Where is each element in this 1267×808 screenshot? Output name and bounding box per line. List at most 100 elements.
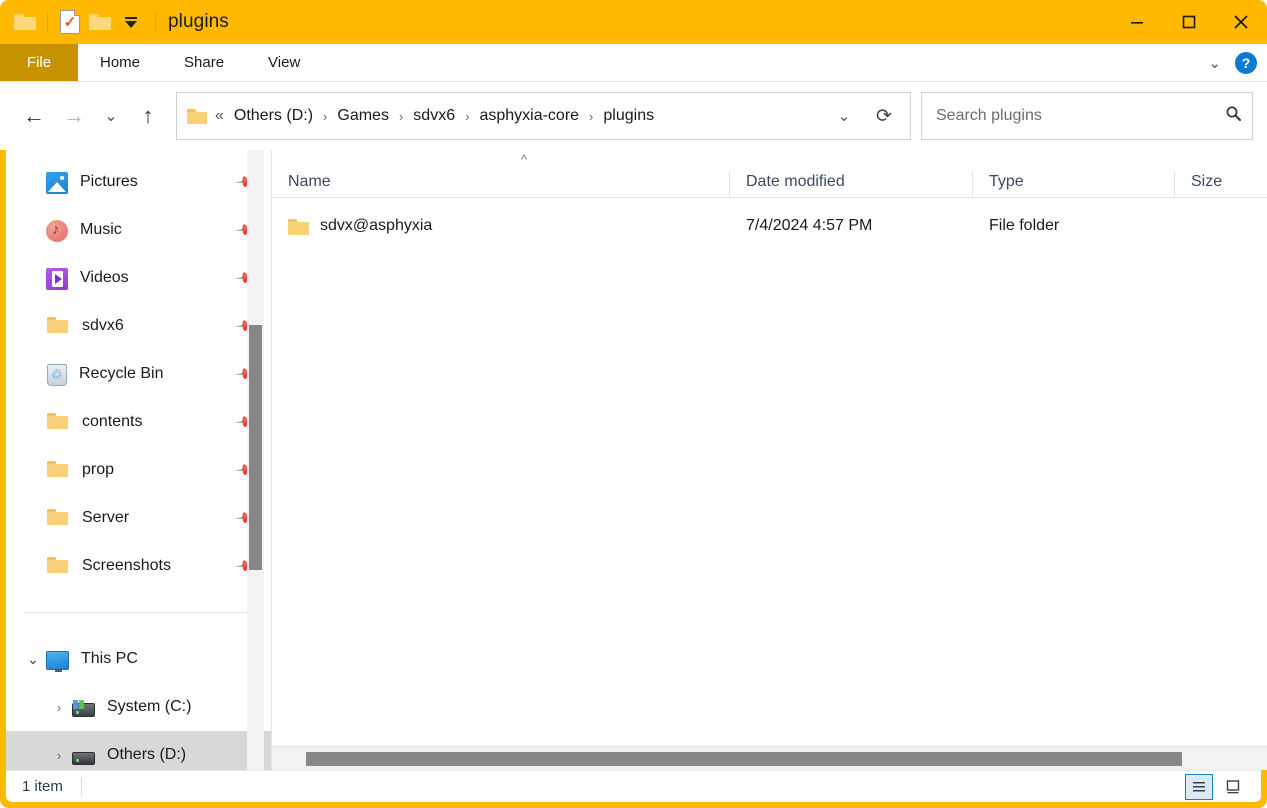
customize-dropdown-icon[interactable] bbox=[115, 7, 145, 37]
file-name-cell[interactable]: sdvx@asphyxia bbox=[272, 217, 730, 235]
sidebar-item-label: Music bbox=[80, 221, 122, 238]
drive-others-icon bbox=[72, 751, 95, 765]
recycle-bin-icon bbox=[47, 363, 67, 386]
properties-icon[interactable] bbox=[55, 7, 85, 37]
explorer-body: Pictures 📌 Music 📌 Videos 📌 sdvx6 📌 bbox=[6, 150, 1267, 770]
column-header-type[interactable]: Type bbox=[973, 171, 1175, 197]
sidebar-divider bbox=[24, 612, 252, 613]
breadcrumb-folder-icon bbox=[187, 108, 207, 124]
sidebar-item-videos[interactable]: Videos 📌 bbox=[6, 254, 272, 302]
tab-share[interactable]: Share bbox=[162, 44, 246, 81]
tab-file[interactable]: File bbox=[0, 44, 78, 81]
file-list-pane: ^ Name Date modified Type Size sdvx@asph… bbox=[272, 150, 1267, 770]
breadcrumb-separator-icon[interactable]: › bbox=[459, 109, 475, 124]
folder-icon bbox=[46, 314, 70, 338]
search-icon[interactable] bbox=[1219, 105, 1242, 127]
folder-icon[interactable] bbox=[10, 7, 40, 37]
title-bar: plugins bbox=[0, 0, 1267, 44]
sidebar-scrollbar[interactable] bbox=[247, 150, 264, 770]
toolbar-divider bbox=[47, 12, 48, 32]
sidebar-item-prop[interactable]: prop 📌 bbox=[6, 446, 272, 494]
navigation-pane: Pictures 📌 Music 📌 Videos 📌 sdvx6 📌 bbox=[6, 150, 272, 770]
breadcrumb-item-plugins[interactable]: plugins bbox=[599, 103, 658, 129]
breadcrumb-separator-icon[interactable]: › bbox=[393, 109, 409, 124]
pictures-icon bbox=[46, 171, 68, 194]
new-folder-icon[interactable] bbox=[85, 7, 115, 37]
folder-icon bbox=[46, 410, 70, 434]
folder-icon bbox=[288, 218, 310, 235]
breadcrumb-item-others-d[interactable]: Others (D:) bbox=[230, 103, 317, 129]
breadcrumb-dropdown-icon[interactable]: ⌄ bbox=[826, 107, 862, 125]
ribbon-right-controls: ⌄ ? bbox=[1208, 44, 1267, 81]
sidebar-item-label: Screenshots bbox=[82, 557, 171, 574]
sidebar-item-label: This PC bbox=[81, 650, 138, 667]
file-date-cell: 7/4/2024 4:57 PM bbox=[746, 217, 873, 234]
close-button[interactable] bbox=[1215, 0, 1267, 44]
sidebar-item-label: sdvx6 bbox=[82, 317, 124, 334]
tab-view[interactable]: View bbox=[246, 44, 322, 81]
forward-button[interactable]: → bbox=[54, 96, 94, 136]
search-input[interactable] bbox=[936, 107, 1219, 125]
breadcrumb-item-games[interactable]: Games bbox=[333, 103, 393, 129]
chevron-down-icon[interactable]: ⌄ bbox=[1208, 54, 1221, 72]
ribbon-tabs: File Home Share View ⌄ ? bbox=[0, 44, 1267, 82]
address-bar: ← → ⌄ ↑ « Others (D:) › Games › sdvx6 › … bbox=[0, 82, 1267, 150]
sidebar-item-others-d[interactable]: › Others (D:) bbox=[6, 731, 272, 770]
sidebar-item-contents[interactable]: contents 📌 bbox=[6, 398, 272, 446]
status-bar: 1 item bbox=[6, 770, 1261, 802]
sidebar-item-sdvx6[interactable]: sdvx6 📌 bbox=[6, 302, 272, 350]
sidebar-item-server[interactable]: Server 📌 bbox=[6, 494, 272, 542]
minimize-button[interactable] bbox=[1111, 0, 1163, 44]
sidebar-item-music[interactable]: Music 📌 bbox=[6, 206, 272, 254]
this-pc-icon bbox=[46, 650, 69, 672]
sidebar-item-label: Videos bbox=[80, 269, 129, 286]
large-icons-view-button[interactable] bbox=[1219, 774, 1247, 800]
column-header-date-modified[interactable]: Date modified bbox=[730, 171, 973, 197]
column-header-name[interactable]: Name bbox=[272, 171, 730, 197]
window-controls bbox=[1111, 0, 1267, 44]
details-view-button[interactable] bbox=[1185, 773, 1213, 800]
up-button[interactable]: ↑ bbox=[128, 96, 168, 136]
back-button[interactable]: ← bbox=[14, 96, 54, 136]
breadcrumb-overflow-icon[interactable]: « bbox=[215, 107, 224, 125]
window-title: plugins bbox=[168, 11, 229, 32]
sidebar-item-this-pc[interactable]: ⌄ This PC bbox=[6, 635, 272, 683]
recent-locations-button[interactable]: ⌄ bbox=[94, 96, 128, 136]
table-row[interactable]: sdvx@asphyxia 7/4/2024 4:57 PM File fold… bbox=[272, 206, 1267, 246]
column-headers: Name Date modified Type Size bbox=[272, 150, 1267, 198]
sidebar-scrollbar-thumb[interactable] bbox=[249, 325, 262, 570]
sidebar-item-label: Server bbox=[82, 509, 130, 526]
folder-icon bbox=[46, 458, 70, 482]
chevron-right-icon[interactable]: › bbox=[46, 700, 72, 715]
music-icon bbox=[46, 219, 68, 242]
chevron-down-icon[interactable]: ⌄ bbox=[20, 651, 46, 668]
sidebar-item-recycle-bin[interactable]: Recycle Bin 📌 bbox=[6, 350, 272, 398]
file-list-scrollbar-thumb[interactable] bbox=[306, 752, 1182, 766]
file-list-horizontal-scrollbar[interactable] bbox=[272, 746, 1267, 770]
breadcrumb-separator-icon[interactable]: › bbox=[583, 109, 599, 124]
breadcrumb[interactable]: « Others (D:) › Games › sdvx6 › asphyxia… bbox=[176, 92, 911, 140]
breadcrumb-item-asphyxia-core[interactable]: asphyxia-core bbox=[475, 103, 583, 129]
sidebar-item-screenshots[interactable]: Screenshots 📌 bbox=[6, 542, 272, 590]
column-header-size[interactable]: Size bbox=[1175, 173, 1267, 191]
help-icon[interactable]: ? bbox=[1235, 51, 1257, 74]
tab-home[interactable]: Home bbox=[78, 44, 162, 81]
file-explorer-window: plugins File Home Share View ⌄ ? ← → ⌄ ↑ bbox=[0, 0, 1267, 808]
chevron-right-icon[interactable]: › bbox=[46, 748, 72, 763]
videos-icon bbox=[46, 267, 68, 290]
file-type-cell: File folder bbox=[989, 217, 1060, 234]
view-toggle-group bbox=[1185, 773, 1261, 800]
breadcrumb-separator-icon[interactable]: › bbox=[317, 109, 333, 124]
sidebar-item-label: contents bbox=[82, 413, 143, 430]
sidebar-item-label: prop bbox=[82, 461, 115, 478]
file-rows: sdvx@asphyxia 7/4/2024 4:57 PM File fold… bbox=[272, 198, 1267, 246]
maximize-button[interactable] bbox=[1163, 0, 1215, 44]
sidebar-item-system-c[interactable]: › System (C:) bbox=[6, 683, 272, 731]
search-box[interactable] bbox=[921, 92, 1253, 140]
sidebar-item-pictures[interactable]: Pictures 📌 bbox=[6, 158, 272, 206]
sidebar-item-label: Recycle Bin bbox=[79, 365, 164, 382]
sidebar-item-label: Others (D:) bbox=[107, 746, 187, 763]
title-divider bbox=[155, 11, 156, 33]
refresh-icon[interactable]: ⟳ bbox=[864, 105, 904, 128]
breadcrumb-item-sdvx6[interactable]: sdvx6 bbox=[409, 103, 459, 129]
